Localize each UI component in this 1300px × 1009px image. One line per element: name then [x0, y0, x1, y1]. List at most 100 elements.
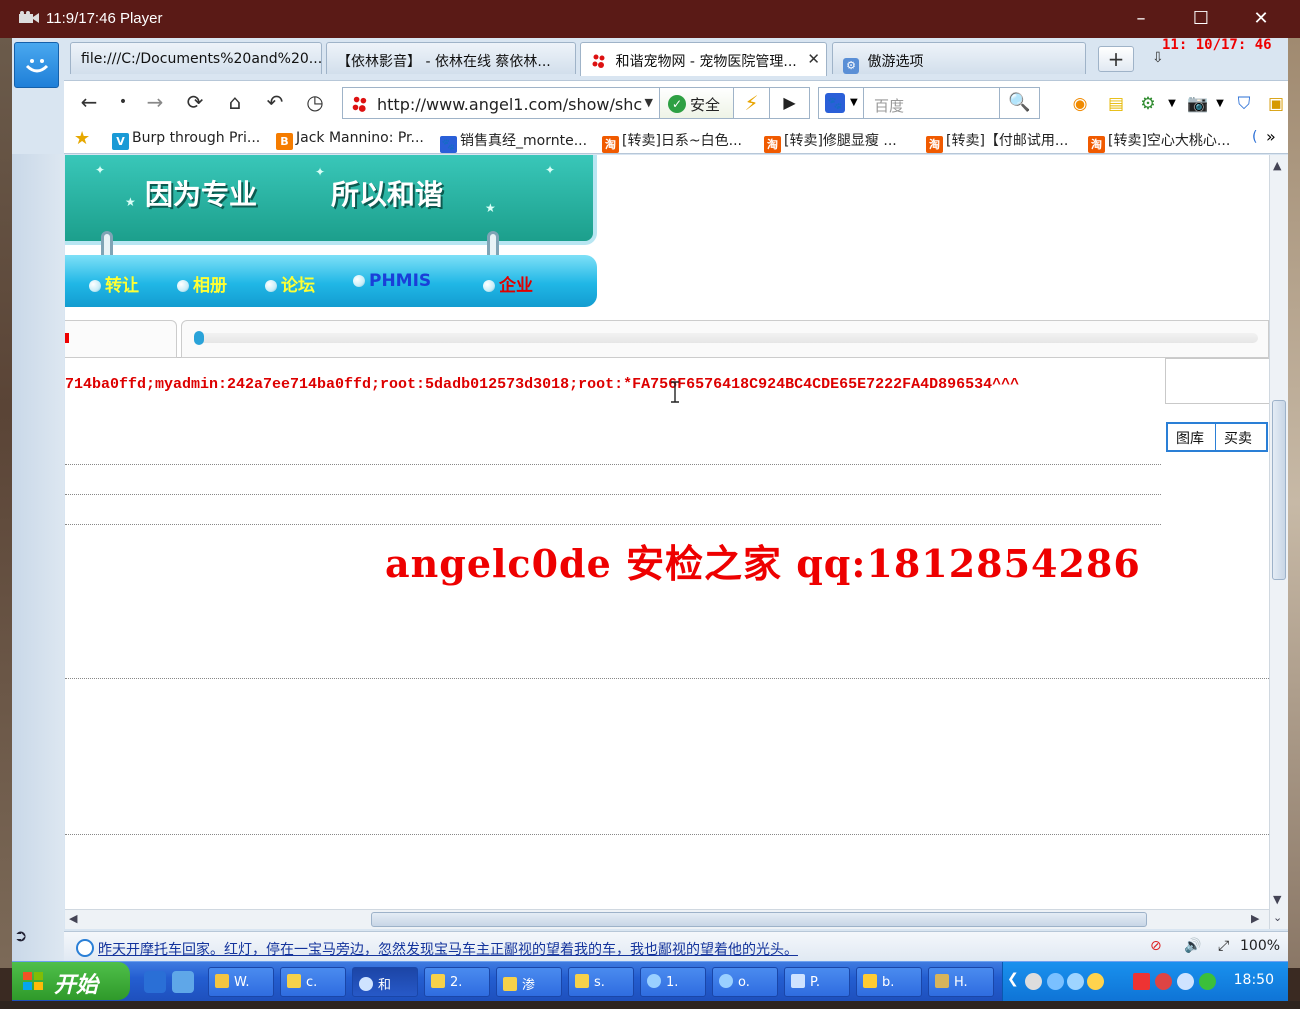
mini-tab-trade[interactable]: 买卖 [1224, 428, 1252, 448]
favorite-item[interactable]: 淘 [转卖]【付邮试用... [926, 130, 1068, 153]
content-tab-left[interactable] [65, 320, 177, 358]
scroll-thumb[interactable] [1272, 400, 1286, 580]
notes-icon[interactable]: ▤ [1104, 93, 1128, 115]
tray-qq-icon[interactable] [1087, 973, 1104, 990]
taskbar-item[interactable]: W. [208, 967, 274, 997]
taskbar-item[interactable]: b. [856, 967, 922, 997]
taskbar-item[interactable]: c. [280, 967, 346, 997]
address-bar[interactable]: http://www.angel1.com/show/shc ▼ [342, 87, 660, 119]
camera-icon[interactable]: 📷 [1186, 93, 1210, 115]
tray-globe-icon[interactable] [1067, 973, 1084, 990]
tray-app-icon[interactable] [1133, 973, 1150, 990]
favorite-item[interactable]: B Jack Mannino: Pr... [276, 130, 424, 150]
taskbar-item[interactable]: 渗 [496, 967, 562, 997]
paw-icon [592, 54, 605, 68]
scroll-left-icon[interactable]: ◀ [69, 912, 77, 925]
menu-item-transfer[interactable]: 转让 [89, 271, 139, 296]
status-ticker[interactable]: 昨天开摩托车回家。红灯，停在一宝马旁边，忽然发现宝马车主正鄙视的望着我的车，我也… [98, 939, 798, 959]
home-icon[interactable]: ⌂ [222, 91, 248, 115]
back-icon[interactable]: ← [76, 91, 102, 115]
divider [65, 834, 1269, 835]
new-tab-button[interactable]: + [1098, 46, 1134, 72]
chevron-down-icon[interactable]: ▼ [1208, 93, 1232, 115]
tab-options[interactable]: ⚙ 傲游选项 [832, 42, 1086, 74]
ie-icon[interactable] [144, 971, 166, 993]
taskbar-item[interactable]: 2. [424, 967, 490, 997]
zoom-level[interactable]: 100% [1240, 938, 1280, 954]
maxthon-logo[interactable] [14, 42, 59, 88]
undo-icon[interactable]: ↶ [262, 91, 288, 115]
mini-tab-gallery[interactable]: 图库 [1176, 428, 1204, 448]
taskbar-item[interactable]: o. [712, 967, 778, 997]
taskbar-item[interactable]: s. [568, 967, 634, 997]
menu-item-enterprise[interactable]: 企业 [483, 271, 533, 296]
scroll-down-icon[interactable]: ▼ [1273, 893, 1281, 906]
speaker-icon[interactable]: 🔊 [1184, 938, 1201, 954]
favorite-item[interactable]: 淘 [转卖]修腿显瘦 ... [764, 130, 897, 153]
scroll-up-icon[interactable]: ▲ [1273, 159, 1281, 172]
app-icon [215, 974, 229, 988]
menu-item-album[interactable]: 相册 [177, 271, 227, 296]
browser-icon[interactable] [172, 971, 194, 993]
star-icon: ✦ [95, 163, 106, 177]
tab-close-icon[interactable]: ✕ [807, 50, 820, 68]
forward-icon[interactable]: → [142, 91, 168, 115]
bag-icon[interactable]: ▣ [1264, 93, 1288, 115]
search-engine-selector[interactable]: 🐾 ▼ [818, 87, 864, 119]
tray-security-icon[interactable] [1199, 973, 1216, 990]
tab-yilin[interactable]: 【依林影音】 - 依林在线 蔡依林... [326, 42, 576, 74]
chevron-down-icon[interactable]: ▼ [1160, 93, 1184, 115]
chevron-down-icon[interactable]: ▼ [645, 96, 653, 109]
tray-network-icon[interactable] [1047, 973, 1064, 990]
tray-camera-icon[interactable] [1025, 973, 1042, 990]
favorites-more-icon[interactable]: » [1266, 127, 1276, 146]
play-icon[interactable]: ▶ [770, 87, 810, 119]
history-dot-icon[interactable]: • [110, 91, 136, 115]
divider [1215, 424, 1216, 450]
search-button[interactable]: 🔍 [1000, 87, 1040, 119]
taskbar-item[interactable]: H. [928, 967, 994, 997]
block-icon[interactable]: ⊘ [1150, 938, 1162, 954]
taskbar-item[interactable]: P. [784, 967, 850, 997]
chevron-down-icon[interactable]: ⌄ [1273, 911, 1282, 924]
history-icon[interactable]: ◷ [302, 91, 328, 115]
tray-pin-icon[interactable] [1155, 973, 1172, 990]
favorite-item[interactable]: 🐾 销售真经_mornte... [440, 130, 587, 153]
horizontal-scrollbar[interactable]: ◀ ▶ [65, 909, 1269, 929]
taskbar-item-active[interactable]: 和 [352, 967, 418, 997]
search-input[interactable]: 百度 [864, 87, 1000, 119]
favorite-item[interactable]: 淘 [转卖]日系~白色... [602, 130, 742, 153]
content-tab-right[interactable] [181, 320, 1269, 358]
scroll-thumb[interactable] [371, 912, 1147, 927]
taskbar-label: o. [738, 975, 750, 990]
tab-file[interactable]: file:///C:/Documents%20and%20... [70, 42, 322, 74]
menu-item-phmis[interactable]: PHMIS [353, 271, 431, 291]
taskbar-label: 2. [450, 975, 463, 990]
sidebar-toggle-icon[interactable]: ➲ [14, 926, 38, 948]
shield-icon[interactable]: ⛉ [1232, 93, 1256, 115]
tray-expand-icon[interactable]: ❮ [1007, 971, 1019, 987]
start-button[interactable]: 开始 [12, 962, 130, 1000]
vertical-scrollbar[interactable]: ▲ ▼ ⌄ [1269, 155, 1288, 929]
star-icon[interactable]: ★ [74, 128, 90, 149]
menu-item-forum[interactable]: 论坛 [265, 271, 315, 296]
menu-label: PHMIS [369, 271, 432, 291]
taskbar-label: P. [810, 975, 820, 990]
scroll-right-icon[interactable]: ▶ [1251, 912, 1259, 925]
close-button[interactable]: ✕ [1238, 6, 1284, 32]
maximize-button[interactable]: ☐ [1178, 6, 1224, 32]
favorite-item[interactable]: V Burp through Pri... [112, 130, 260, 150]
tab-hexie-pet[interactable]: 和谐宠物网 - 宠物医院管理... ✕ [580, 42, 827, 76]
url-text[interactable]: http://www.angel1.com/show/shc [377, 95, 642, 114]
bullet-icon [353, 275, 365, 287]
taskbar-item[interactable]: 1. [640, 967, 706, 997]
minimize-button[interactable]: – [1118, 6, 1164, 32]
tray-clock-icon[interactable] [1177, 973, 1194, 990]
resize-icon[interactable]: ⤢ [1218, 938, 1229, 954]
favorite-item[interactable]: 淘 [转卖]空心大桃心... [1088, 130, 1230, 153]
rss-icon[interactable]: ◉ [1068, 93, 1092, 115]
lightning-icon[interactable]: ⚡ [734, 87, 770, 119]
security-indicator[interactable]: ✓ 安全 [660, 87, 734, 119]
tools-icon[interactable]: ⚙ [1136, 93, 1160, 115]
refresh-icon[interactable]: ⟳ [182, 91, 208, 115]
